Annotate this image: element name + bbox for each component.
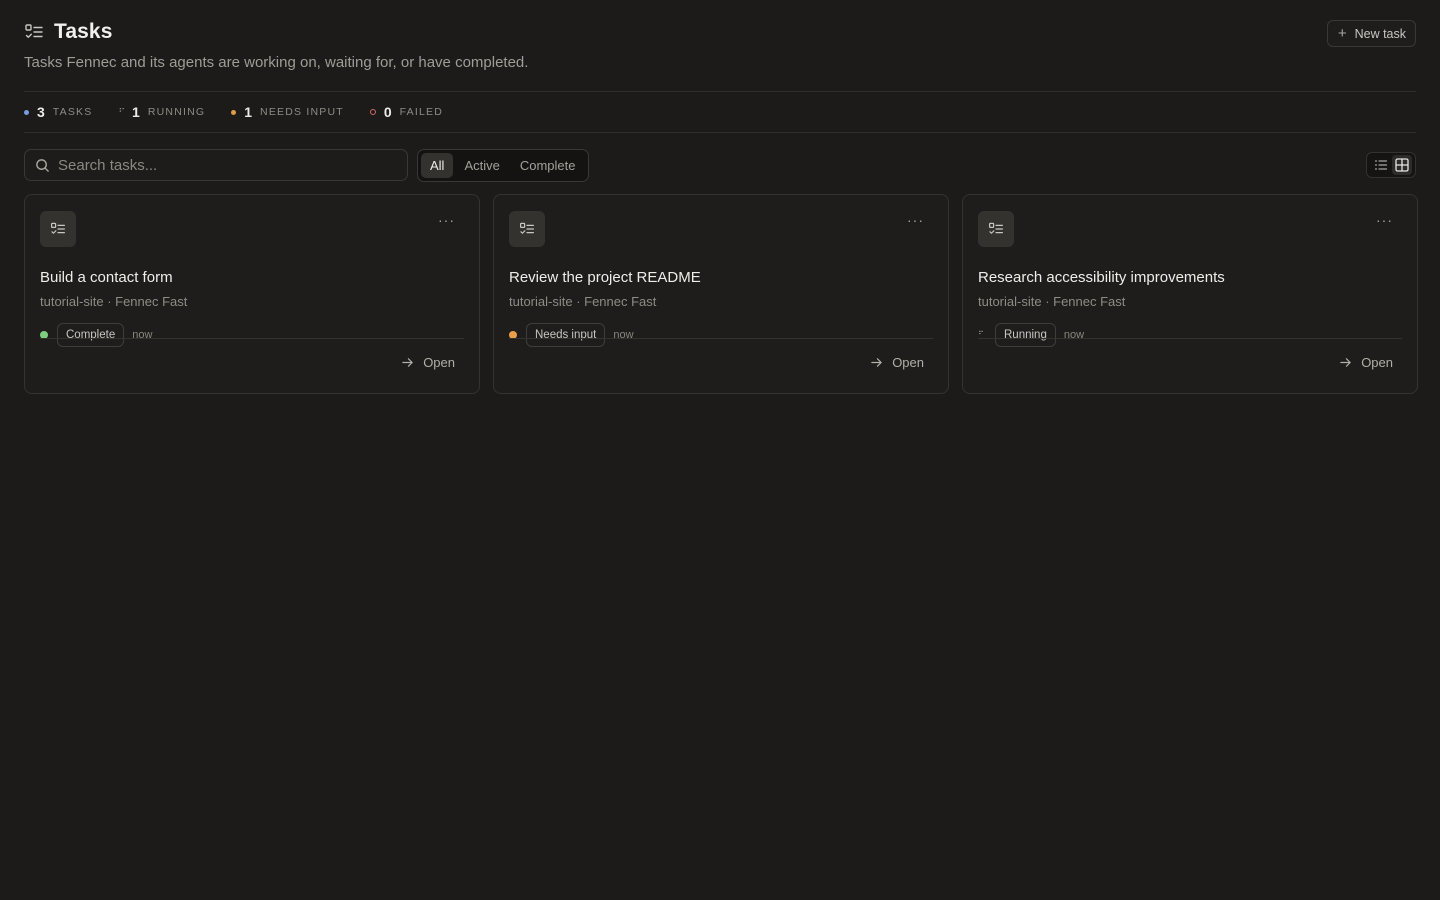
list-view-button[interactable] — [1371, 155, 1391, 175]
arrow-right-icon — [870, 356, 883, 369]
spinner-icon: ⠋ — [118, 106, 125, 117]
arrow-right-icon — [401, 356, 414, 369]
task-meta: tutorial-site · Fennec Fast — [40, 294, 188, 309]
view-toggle — [1366, 152, 1416, 178]
needs-input-dot-icon — [231, 109, 237, 115]
more-options-icon[interactable]: ··· — [1376, 213, 1393, 227]
stat-count: 1 — [132, 104, 140, 120]
task-card[interactable]: ··· Research accessibility improvements … — [962, 194, 1418, 394]
tab-all[interactable]: All — [421, 153, 454, 178]
task-card[interactable]: ··· Review the project README tutorial-s… — [493, 194, 949, 394]
list-view-icon — [1374, 158, 1388, 172]
search-input[interactable] — [58, 156, 388, 174]
task-list-icon — [519, 221, 535, 237]
stat-label: TASKS — [52, 106, 93, 118]
grid-view-button[interactable] — [1391, 155, 1412, 175]
page-subtitle: Tasks Fennec and its agents are working … — [24, 54, 529, 71]
status-badge: Needs input — [526, 322, 606, 347]
title-row: Tasks — [24, 20, 1416, 44]
new-task-label: New task — [1354, 26, 1406, 41]
task-status-row: ⠋ Running now — [978, 322, 1402, 347]
open-label: Open — [1361, 355, 1393, 370]
task-stats: 3 TASKS ⠋ 1 RUNNING 1 NEEDS INPUT 0 FAIL… — [24, 101, 443, 123]
stat-count: 0 — [383, 104, 392, 120]
tasks-dot-icon — [24, 109, 29, 115]
search-icon — [35, 158, 50, 173]
task-icon-tile — [978, 211, 1014, 247]
task-list-icon — [24, 22, 44, 42]
open-task-button[interactable]: Open — [870, 355, 924, 370]
stat-count: 1 — [244, 104, 253, 120]
task-card[interactable]: ··· Build a contact form tutorial-site ·… — [24, 194, 480, 394]
new-task-button[interactable]: + New task — [1326, 20, 1416, 47]
status-badge: Running — [995, 322, 1056, 347]
more-options-icon[interactable]: ··· — [438, 213, 455, 227]
status-badge: Complete — [57, 322, 125, 347]
header-divider — [24, 91, 1416, 92]
card-divider — [978, 338, 1402, 339]
task-status-row: Complete now — [40, 322, 464, 347]
task-icon-tile — [40, 211, 76, 247]
tab-active[interactable]: Active — [455, 153, 508, 178]
task-title: Build a contact form — [40, 269, 173, 286]
search-box[interactable] — [24, 149, 408, 181]
task-list-icon — [50, 221, 66, 237]
stat-label: RUNNING — [147, 106, 206, 118]
task-status-row: Needs input now — [509, 322, 933, 347]
open-label: Open — [892, 355, 924, 370]
open-task-button[interactable]: Open — [401, 355, 455, 370]
task-meta: tutorial-site · Fennec Fast — [978, 294, 1126, 309]
task-list-icon — [988, 221, 1004, 237]
task-title: Review the project README — [509, 269, 701, 286]
stat-failed: 0 FAILED — [369, 104, 444, 120]
stat-count: 3 — [37, 104, 45, 120]
stats-divider — [24, 132, 1416, 133]
task-title: Research accessibility improvements — [978, 269, 1225, 286]
stat-label: NEEDS INPUT — [260, 106, 344, 118]
task-meta: tutorial-site · Fennec Fast — [509, 294, 657, 309]
page-title: Tasks — [54, 20, 113, 43]
open-task-button[interactable]: Open — [1339, 355, 1393, 370]
status-filter-tabs: All Active Complete — [417, 149, 589, 182]
tab-complete[interactable]: Complete — [511, 153, 585, 178]
arrow-right-icon — [1339, 356, 1352, 369]
failed-ring-icon — [369, 109, 376, 115]
card-divider — [509, 338, 933, 339]
grid-view-icon — [1394, 158, 1409, 172]
more-options-icon[interactable]: ··· — [907, 213, 924, 227]
task-cards: ··· Build a contact form tutorial-site ·… — [24, 194, 1418, 394]
stat-tasks: 3 TASKS — [24, 104, 92, 120]
page-header: Tasks Tasks Fennec and its agents are wo… — [24, 20, 1416, 76]
task-icon-tile — [509, 211, 545, 247]
stat-label: FAILED — [399, 106, 444, 118]
stat-needs-input: 1 NEEDS INPUT — [231, 104, 344, 120]
plus-icon: + — [1337, 25, 1347, 42]
card-divider — [40, 338, 464, 339]
stat-running: ⠋ 1 RUNNING — [118, 104, 205, 120]
open-label: Open — [423, 355, 455, 370]
